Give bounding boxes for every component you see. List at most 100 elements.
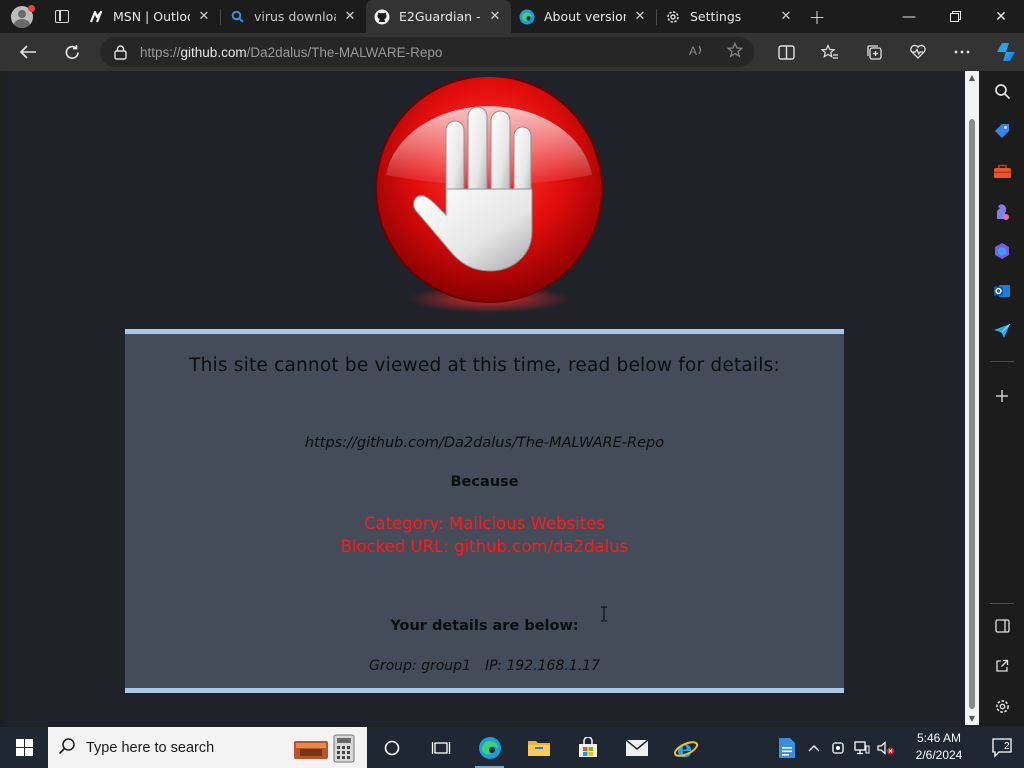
refresh-button[interactable] bbox=[52, 34, 92, 70]
copilot-icon bbox=[997, 43, 1015, 61]
show-hidden-icons-chevron-icon[interactable] bbox=[802, 727, 826, 768]
task-view-button[interactable] bbox=[416, 727, 465, 768]
volume-muted-icon[interactable] bbox=[874, 727, 898, 768]
search-icon bbox=[48, 737, 86, 759]
close-icon[interactable]: ✕ bbox=[487, 9, 503, 24]
windows-logo-icon bbox=[15, 739, 33, 756]
sidebar-settings-button[interactable] bbox=[980, 691, 1024, 721]
page-scrollbar[interactable]: ▲ ▼ bbox=[965, 71, 979, 725]
tray-device-icon[interactable] bbox=[826, 727, 850, 768]
microsoft-store-button[interactable] bbox=[563, 727, 612, 768]
close-window-button[interactable]: ✕ bbox=[978, 0, 1024, 33]
sidebar-tools-button[interactable] bbox=[980, 156, 1024, 186]
scroll-down-arrow-icon[interactable]: ▼ bbox=[965, 714, 979, 723]
tab-actions-icon bbox=[55, 10, 69, 23]
user-details: Group: group1 IP: 192.168.1.17 bbox=[125, 658, 844, 674]
sidebar-separator bbox=[990, 603, 1014, 604]
sidebar-shopping-button[interactable] bbox=[980, 116, 1024, 146]
action-center-button[interactable]: 2 bbox=[980, 727, 1024, 768]
taskbar-search-box[interactable]: Type here to search bbox=[48, 727, 367, 768]
internet-explorer-button[interactable]: e bbox=[661, 727, 710, 768]
tab-e2guardian[interactable]: E2Guardian - A ✕ bbox=[366, 0, 511, 33]
favorite-star-icon[interactable] bbox=[716, 42, 754, 62]
refresh-icon bbox=[65, 44, 79, 59]
close-icon[interactable]: ✕ bbox=[632, 9, 648, 24]
network-icon[interactable] bbox=[850, 727, 874, 768]
sidebar-outlook-button[interactable] bbox=[980, 276, 1024, 306]
folder-icon bbox=[527, 740, 550, 756]
close-icon[interactable]: ✕ bbox=[196, 9, 212, 24]
tab-actions-menu-button[interactable] bbox=[44, 0, 80, 33]
sidebar-panel-icon bbox=[994, 619, 1010, 633]
edge-icon bbox=[519, 9, 535, 25]
sidebar-separator bbox=[990, 361, 1014, 362]
scroll-up-arrow-icon[interactable]: ▲ bbox=[965, 73, 979, 82]
games-chess-icon bbox=[997, 203, 1009, 220]
close-icon[interactable]: ✕ bbox=[778, 9, 794, 24]
outlook-icon bbox=[994, 285, 1010, 297]
tab-about-version[interactable]: About version ✕ bbox=[511, 0, 656, 33]
store-bag-icon bbox=[578, 736, 597, 757]
file-explorer-button[interactable] bbox=[514, 727, 563, 768]
sidebar-games-button[interactable] bbox=[980, 196, 1024, 226]
url-scheme: https:// bbox=[140, 44, 181, 60]
block-category: Category: Malicious Websites bbox=[364, 514, 605, 533]
settings-and-more-button[interactable] bbox=[940, 34, 984, 70]
restore-button[interactable] bbox=[932, 0, 978, 33]
notification-count-badge: 2 bbox=[1004, 741, 1010, 752]
collections-button[interactable] bbox=[852, 34, 896, 70]
tab-virus-download[interactable]: virus download ✕ bbox=[221, 0, 366, 33]
mail-button[interactable] bbox=[612, 727, 661, 768]
split-screen-button[interactable] bbox=[764, 34, 808, 70]
mail-envelope-icon bbox=[625, 738, 648, 756]
toolbar-right-actions bbox=[764, 33, 1024, 71]
block-message-panel: This site cannot be viewed at this time,… bbox=[125, 329, 844, 693]
system-clock[interactable]: 5:46 AM 2/6/2024 bbox=[908, 730, 970, 764]
search-highlight-calculator-icon bbox=[294, 734, 355, 763]
sidebar-add-button[interactable] bbox=[980, 381, 1024, 411]
sidebar-drop-button[interactable] bbox=[980, 316, 1024, 346]
cortana-button[interactable] bbox=[367, 727, 416, 768]
user-ip: IP: 192.168.1.17 bbox=[484, 658, 600, 674]
svg-text:A: A bbox=[689, 44, 697, 57]
scrollbar-thumb[interactable] bbox=[969, 119, 975, 709]
url-path: /Da2dalus/The-MALWARE-Repo bbox=[246, 44, 443, 60]
read-aloud-icon[interactable]: A bbox=[678, 43, 716, 61]
github-icon bbox=[374, 9, 390, 25]
back-button[interactable] bbox=[8, 34, 48, 70]
split-screen-icon bbox=[777, 44, 795, 60]
minimize-button[interactable]: — bbox=[886, 0, 932, 33]
tab-settings[interactable]: Settings ✕ bbox=[657, 0, 802, 33]
shopping-tag-icon bbox=[995, 124, 1009, 138]
profile-button[interactable] bbox=[0, 0, 44, 33]
taskbar-edge-button[interactable] bbox=[465, 727, 514, 768]
favorites-button[interactable] bbox=[808, 34, 852, 70]
sidebar-office-button[interactable] bbox=[980, 236, 1024, 266]
tab-label: MSN | Outlook bbox=[113, 9, 190, 24]
tab-label: virus download bbox=[254, 9, 336, 24]
microsoft-365-icon bbox=[995, 243, 1009, 259]
tray-document-app-icon[interactable] bbox=[772, 727, 802, 768]
copilot-button[interactable] bbox=[984, 34, 1024, 70]
browser-essentials-button[interactable] bbox=[896, 34, 940, 70]
edge-sidebar bbox=[980, 71, 1024, 725]
tab-msn[interactable]: MSN | Outlook ✕ bbox=[80, 0, 220, 33]
profile-notification-dot bbox=[28, 5, 35, 12]
lock-icon[interactable] bbox=[100, 44, 140, 60]
sidebar-external-link-button[interactable] bbox=[980, 651, 1024, 681]
stop-hand-icon bbox=[375, 77, 603, 313]
blocked-url: https://github.com/Da2dalus/The-MALWARE-… bbox=[304, 435, 665, 451]
tab-label: E2Guardian - A bbox=[399, 9, 481, 24]
close-icon[interactable]: ✕ bbox=[342, 9, 358, 24]
edge-icon bbox=[478, 736, 501, 759]
sidebar-hide-button[interactable] bbox=[980, 611, 1024, 641]
url-host: github.com bbox=[180, 44, 247, 60]
favorites-icon bbox=[821, 44, 838, 59]
new-tab-button[interactable]: + bbox=[802, 5, 832, 29]
url-text[interactable]: https://github.com/Da2dalus/The-MALWARE-… bbox=[140, 45, 678, 60]
start-button[interactable] bbox=[0, 727, 48, 768]
address-bar[interactable]: https://github.com/Da2dalus/The-MALWARE-… bbox=[100, 37, 754, 67]
sidebar-search-button[interactable] bbox=[980, 76, 1024, 106]
system-tray bbox=[772, 727, 898, 768]
text-cursor-icon bbox=[601, 606, 607, 622]
